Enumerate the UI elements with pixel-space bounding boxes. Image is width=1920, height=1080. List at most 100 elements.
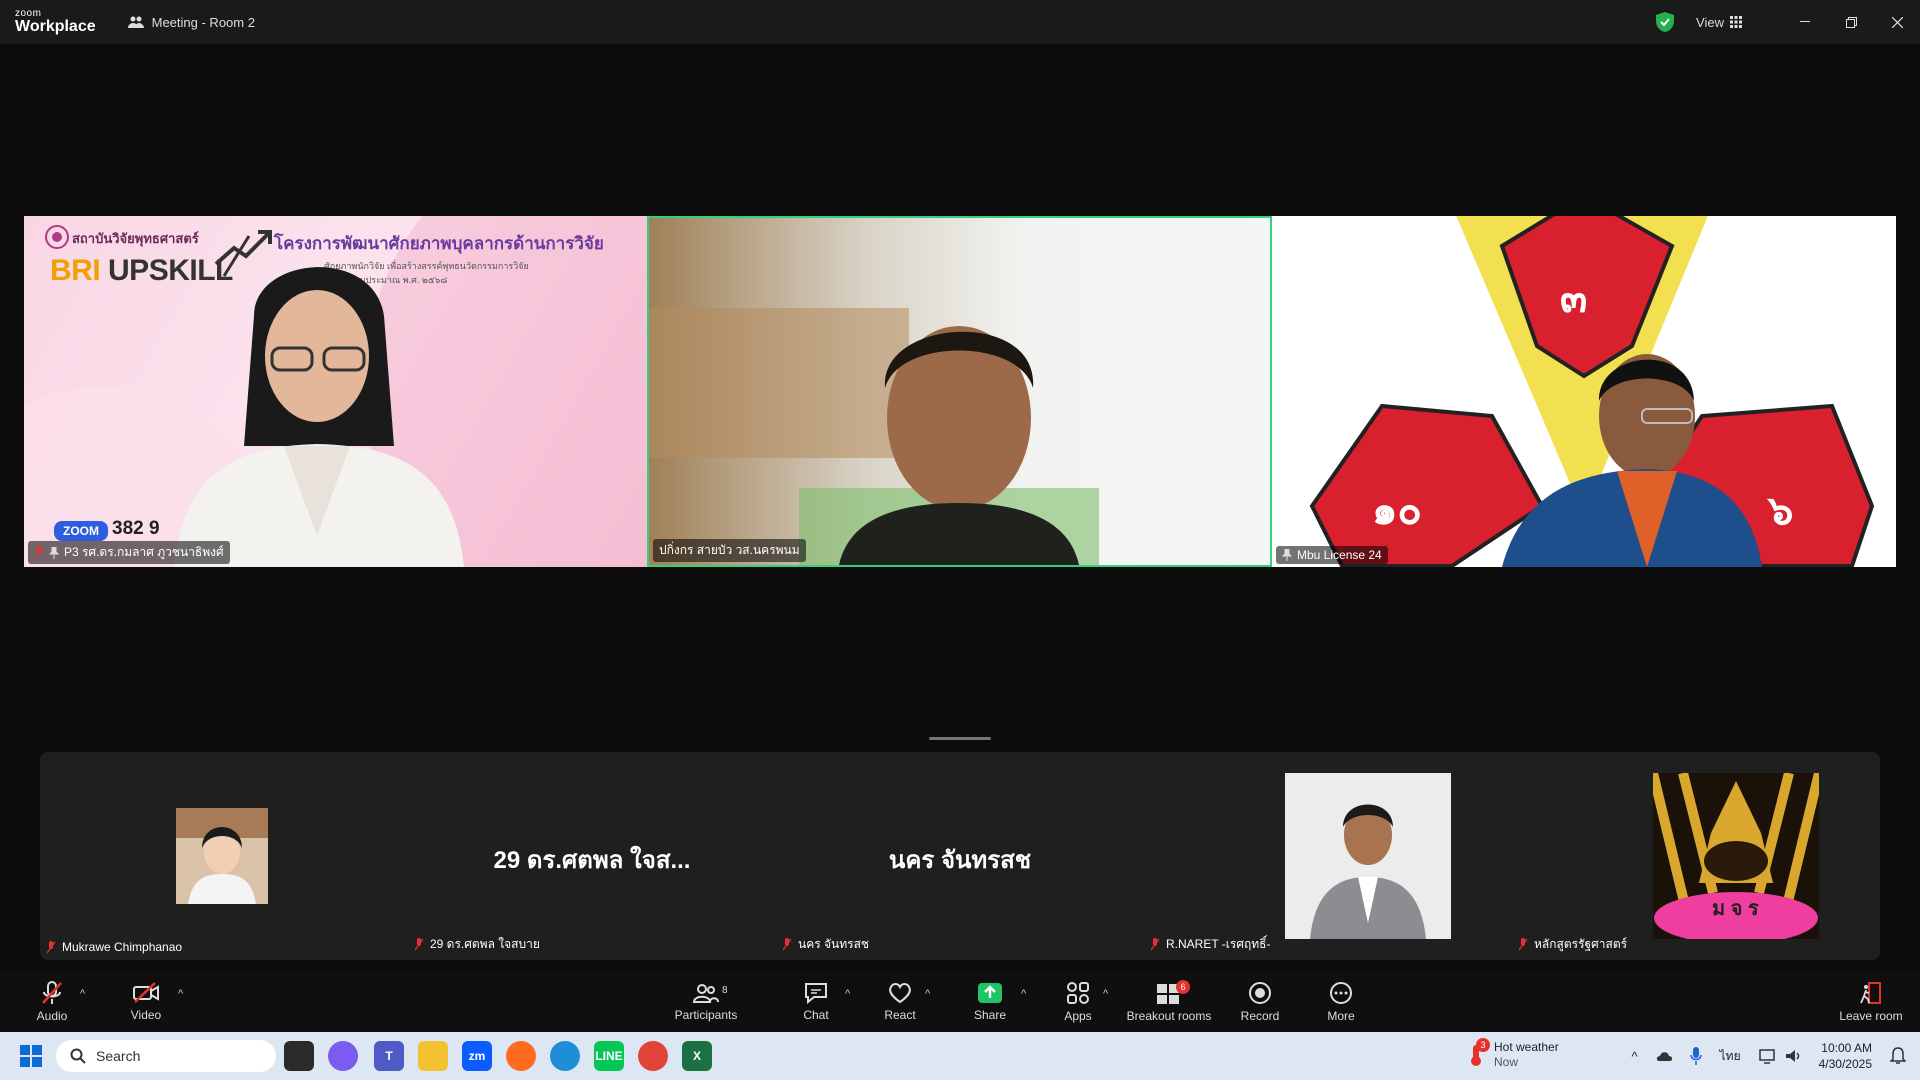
chat-button[interactable]: Chat [796, 972, 836, 1032]
filmstrip-resize-handle[interactable] [929, 737, 991, 740]
participants-group-icon [127, 16, 144, 28]
weather-alert-badge: 3 [1476, 1038, 1490, 1052]
audio-label: Audio [36, 1009, 68, 1023]
record-button[interactable]: Record [1237, 972, 1283, 1032]
tile-name-text: P3 รศ.ดร.กมลาศ ภูวชนาธิพงศ์ [64, 545, 224, 559]
apps-icon [1067, 982, 1089, 1004]
institute-logo-icon [45, 225, 69, 249]
chrome-icon[interactable] [638, 1041, 668, 1071]
leave-room-button[interactable]: Leave room [1838, 972, 1904, 1032]
microphone-tray-icon[interactable] [1689, 1047, 1702, 1065]
volume-icon[interactable] [1785, 1048, 1803, 1064]
zoom-app-window: zoom Workplace Meeting - Room 2 View สถา… [0, 0, 1920, 1080]
breakout-rooms-count-badge: 6 [1176, 980, 1190, 994]
apps-options-caret[interactable]: ^ [1103, 988, 1108, 1000]
notification-bell-icon[interactable] [1890, 1047, 1906, 1065]
zoom-badge: ZOOM [54, 521, 108, 541]
microphone-muted-icon [42, 981, 62, 1004]
participant-tile[interactable]: R.NARET -เรศฤทธิ์- [1144, 752, 1512, 960]
participants-button[interactable]: Participants [668, 972, 744, 1032]
logo-workplace-text: Workplace [15, 18, 96, 35]
video-tile-presenter[interactable]: สถาบันวิจัยพุทธศาสตร์ BRI UPSKILL โครงกา… [24, 216, 647, 567]
minimize-icon [1800, 21, 1810, 22]
maximize-button[interactable] [1828, 0, 1874, 44]
leave-door-icon [1860, 982, 1881, 1004]
encryption-shield-icon[interactable] [1656, 12, 1675, 32]
share-options-caret[interactable]: ^ [1021, 988, 1026, 1000]
emblem-left-numeral: ๑๐ [1372, 489, 1422, 533]
network-icon[interactable] [1758, 1048, 1777, 1064]
heart-react-icon [889, 983, 911, 1004]
participant-tile[interactable]: ม จ ร หลักสูตรรัฐศาสตร์ [1512, 752, 1880, 960]
tile-name-label: ปกิ่งกร สายบัว วส.นครพนม [653, 539, 806, 562]
view-label: View [1696, 14, 1724, 30]
apps-button[interactable]: Apps [1058, 972, 1098, 1032]
video-tile-active-speaker[interactable]: ปกิ่งกร สายบัว วส.นครพนม [647, 216, 1272, 567]
view-button[interactable]: View [1696, 15, 1742, 30]
mic-muted-icon [46, 940, 56, 953]
record-icon [1249, 982, 1271, 1004]
video-options-caret[interactable]: ^ [178, 988, 183, 1000]
participant-tile[interactable]: นคร จันทรสช นคร จันทรสช [776, 752, 1144, 960]
input-language[interactable]: ไทย [1720, 1047, 1741, 1066]
close-icon [1891, 16, 1903, 28]
teams-icon[interactable]: T [374, 1041, 404, 1071]
react-button[interactable]: React [880, 972, 920, 1032]
windows-taskbar: Search T zm LINE X 3 Hot weather Now ^ ไ… [0, 1032, 1920, 1080]
share-button[interactable]: Share [970, 972, 1010, 1032]
grid-view-icon [1730, 16, 1742, 28]
mbu-person [1502, 354, 1762, 567]
mic-muted-icon [782, 938, 792, 951]
participants-icon [693, 984, 719, 1003]
breakout-rooms-button[interactable]: Breakout rooms [1125, 972, 1213, 1032]
participant-name-label: R.NARET -เรศฤทธิ์- [1150, 935, 1270, 954]
minimize-button[interactable] [1782, 0, 1828, 44]
participant-filmstrip: Mukrawe Chimphanao 29 ดร.ศตพล ใจส... 29 … [40, 752, 1880, 960]
weather-widget[interactable]: 3 Hot weather Now [1466, 1038, 1559, 1070]
firefox-icon[interactable] [506, 1041, 536, 1071]
chat-options-caret[interactable]: ^ [845, 988, 850, 1000]
participant-name-label: นคร จันทรสช [782, 935, 869, 954]
participant-name-label: 29 ดร.ศตพล ใจสบาย [414, 935, 540, 954]
more-options-icon [1330, 982, 1352, 1004]
clock[interactable]: 10:00 AM 4/30/2025 [1819, 1040, 1872, 1072]
breakout-rooms-label: Breakout rooms [1126, 1009, 1212, 1023]
audio-button[interactable]: Audio [30, 972, 74, 1032]
participant-name: R.NARET -เรศฤทธิ์- [1166, 937, 1271, 951]
copilot-icon[interactable] [328, 1041, 358, 1071]
participant-display-name: 29 ดร.ศตพล ใจส... [493, 847, 691, 874]
audio-options-caret[interactable]: ^ [80, 988, 85, 1000]
title-bar: zoom Workplace Meeting - Room 2 View [0, 0, 1920, 44]
close-button[interactable] [1874, 0, 1920, 44]
zoom-app-icon[interactable]: zm [462, 1041, 492, 1071]
mic-muted-icon [34, 546, 44, 559]
apps-label: Apps [1064, 1009, 1092, 1023]
meeting-title: Meeting - Room 2 [127, 15, 255, 30]
banner-bri-text: BRI [50, 254, 101, 287]
windows-start-icon[interactable] [20, 1045, 42, 1067]
search-placeholder: Search [96, 1048, 141, 1064]
participant-name-label: หลักสูตรรัฐศาสตร์ [1518, 935, 1627, 954]
tile-name-label: Mbu License 24 [1276, 546, 1388, 564]
task-view-icon[interactable] [284, 1041, 314, 1071]
react-options-caret[interactable]: ^ [925, 988, 930, 1000]
more-button[interactable]: More [1320, 972, 1362, 1032]
restore-icon [1845, 16, 1857, 28]
emblem-top-numeral: ๓ [1560, 277, 1588, 321]
clock-date: 4/30/2025 [1818, 1057, 1872, 1071]
weather-subtitle: Now [1494, 1055, 1519, 1069]
video-tile-mbu[interactable]: ๓ ๑๐ ๖ Mbu License 24 [1272, 216, 1896, 567]
participant-name: หลักสูตรรัฐศาสตร์ [1534, 937, 1628, 951]
excel-icon[interactable]: X [682, 1041, 712, 1071]
edge-icon[interactable] [550, 1041, 580, 1071]
video-button[interactable]: Video [124, 972, 168, 1032]
tray-overflow-chevron-icon[interactable]: ^ [1632, 1049, 1638, 1064]
participant-tile[interactable]: Mukrawe Chimphanao [40, 752, 408, 960]
taskbar-search-box[interactable]: Search [56, 1040, 276, 1072]
participant-tile[interactable]: 29 ดร.ศตพล ใจส... 29 ดร.ศตพล ใจสบาย [408, 752, 776, 960]
mic-muted-icon [1150, 938, 1160, 951]
line-app-icon[interactable]: LINE [594, 1041, 624, 1071]
participants-count: 8 [722, 985, 728, 996]
file-explorer-icon[interactable] [418, 1041, 448, 1071]
onedrive-icon[interactable] [1656, 1048, 1674, 1064]
